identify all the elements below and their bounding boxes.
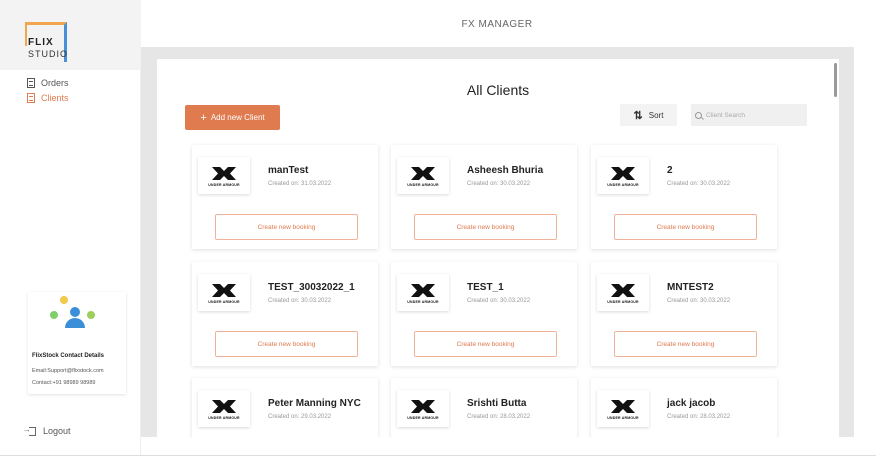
- client-created-date: Created on: 30.03.2022: [268, 298, 332, 304]
- brand-logo: UNDER ARMOUR: [597, 274, 649, 311]
- contact-phone: Contact:+91 98989 98989: [32, 380, 96, 386]
- sidebar-item-orders[interactable]: Orders: [27, 78, 69, 88]
- client-card[interactable]: UNDER ARMOUR TEST_30032022_1 Created on: 3…: [192, 262, 378, 366]
- phone-bubble-icon: [50, 311, 58, 319]
- client-name: MNTEST2: [667, 282, 714, 293]
- contact-title: FlixStock Contact Details: [32, 353, 105, 359]
- create-booking-button[interactable]: Create new booking: [414, 214, 557, 240]
- client-card[interactable]: UNDER ARMOUR 2 Created on: 30.03.2022 Creat…: [591, 145, 777, 249]
- under-armour-icon: [611, 167, 635, 180]
- create-booking-button[interactable]: Create new booking: [215, 214, 358, 240]
- sort-button[interactable]: ⇅ Sort: [620, 104, 677, 126]
- client-name: manTest: [268, 165, 309, 176]
- client-name: TEST_1: [467, 282, 504, 293]
- client-card[interactable]: UNDER ARMOUR TEST_1 Created on: 30.03.2022…: [391, 262, 577, 366]
- under-armour-icon: [411, 400, 435, 413]
- logo-text-studio: STUDIO: [28, 49, 69, 59]
- logout-icon: [23, 425, 36, 436]
- client-card[interactable]: UNDER ARMOUR Peter Manning NYC Created on:…: [192, 378, 378, 437]
- client-name: Peter Manning NYC: [268, 398, 361, 409]
- brand-logo-text: UNDER ARMOUR: [407, 416, 439, 420]
- brand-logo: UNDER ARMOUR: [597, 157, 649, 194]
- brand-logo: UNDER ARMOUR: [198, 390, 250, 427]
- search-input[interactable]: [706, 111, 806, 119]
- add-client-label: Add new Client: [210, 113, 265, 122]
- sidebar-item-label: Clients: [41, 93, 69, 103]
- brand-logo: UNDER ARMOUR: [397, 390, 449, 427]
- sidebar-item-clients[interactable]: Clients: [27, 93, 69, 103]
- top-header: FX MANAGER: [141, 0, 876, 47]
- brand-logo: UNDER ARMOUR: [597, 390, 649, 427]
- contact-email: Email:Support@flixstock.com: [32, 368, 104, 374]
- search-icon: [695, 111, 702, 119]
- brand-logo-text: UNDER ARMOUR: [208, 300, 240, 304]
- brand-logo-text: UNDER ARMOUR: [407, 183, 439, 187]
- brand-logo-text: UNDER ARMOUR: [607, 183, 639, 187]
- client-search[interactable]: [691, 104, 807, 126]
- client-card[interactable]: UNDER ARMOUR Srishti Butta Created on: 28.…: [391, 378, 577, 437]
- support-person-icon: [65, 307, 85, 328]
- under-armour-icon: [611, 400, 635, 413]
- create-booking-button[interactable]: Create new booking: [614, 214, 757, 240]
- under-armour-icon: [611, 284, 635, 297]
- scrollbar[interactable]: [834, 63, 837, 97]
- client-card[interactable]: UNDER ARMOUR jack jacob Created on: 28.03.…: [591, 378, 777, 437]
- divider: [0, 455, 876, 456]
- under-armour-icon: [411, 284, 435, 297]
- logo-area: FLIX STUDIO: [0, 0, 141, 70]
- brand-logo-text: UNDER ARMOUR: [607, 416, 639, 420]
- client-name: TEST_30032022_1: [268, 282, 355, 293]
- clients-panel: All Clients + Add new Client ⇅ Sort UNDE…: [157, 59, 839, 437]
- flix-studio-logo[interactable]: FLIX STUDIO: [25, 22, 69, 62]
- client-created-date: Created on: 28.03.2022: [667, 414, 731, 420]
- client-card[interactable]: UNDER ARMOUR MNTEST2 Created on: 30.03.202…: [591, 262, 777, 366]
- under-armour-icon: [212, 167, 236, 180]
- client-created-date: Created on: 30.03.2022: [467, 298, 531, 304]
- contact-card: FlixStock Contact Details Email:Support@…: [28, 292, 126, 394]
- under-armour-icon: [212, 400, 236, 413]
- page-title: All Clients: [466, 82, 530, 98]
- email-bubble-icon: [87, 311, 95, 319]
- logo-text-flix: FLIX: [28, 37, 54, 48]
- sort-label: Sort: [648, 110, 664, 120]
- app-title: FX MANAGER: [461, 19, 533, 30]
- client-name: Asheesh Bhuria: [467, 165, 544, 176]
- document-icon: [27, 78, 35, 88]
- client-created-date: Created on: 30.03.2022: [667, 298, 731, 304]
- brand-logo-text: UNDER ARMOUR: [208, 183, 240, 187]
- create-booking-button[interactable]: Create new booking: [614, 331, 757, 357]
- brand-logo-text: UNDER ARMOUR: [607, 300, 639, 304]
- client-created-date: Created on: 31.03.2022: [268, 181, 332, 187]
- under-armour-icon: [212, 284, 236, 297]
- sidebar-item-label: Orders: [41, 78, 69, 88]
- client-created-date: Created on: 28.03.2022: [467, 414, 531, 420]
- client-name: jack jacob: [667, 398, 716, 409]
- document-icon: [27, 93, 35, 103]
- client-created-date: Created on: 29.03.2022: [268, 414, 332, 420]
- client-card[interactable]: UNDER ARMOUR Asheesh Bhuria Created on: 30…: [391, 145, 577, 249]
- sort-icon: ⇅: [633, 109, 643, 122]
- brand-logo: UNDER ARMOUR: [198, 157, 250, 194]
- logout-button[interactable]: Logout: [23, 425, 71, 437]
- chat-bubble-icon: [60, 296, 68, 304]
- client-created-date: Created on: 30.03.2022: [667, 181, 731, 187]
- sidebar: FLIX STUDIO Orders Clients FlixStock Con…: [0, 0, 141, 455]
- create-booking-button[interactable]: Create new booking: [414, 331, 557, 357]
- brand-logo: UNDER ARMOUR: [397, 274, 449, 311]
- plus-icon: +: [200, 111, 207, 124]
- create-booking-button[interactable]: Create new booking: [215, 331, 358, 357]
- client-name: Srishti Butta: [467, 398, 527, 409]
- brand-logo-text: UNDER ARMOUR: [407, 300, 439, 304]
- client-name: 2: [667, 165, 673, 176]
- brand-logo-text: UNDER ARMOUR: [208, 416, 240, 420]
- logout-label: Logout: [43, 426, 71, 436]
- add-client-button[interactable]: + Add new Client: [185, 105, 280, 130]
- client-card[interactable]: UNDER ARMOUR manTest Created on: 31.03.202…: [192, 145, 378, 249]
- under-armour-icon: [411, 167, 435, 180]
- brand-logo: UNDER ARMOUR: [397, 157, 449, 194]
- brand-logo: UNDER ARMOUR: [198, 274, 250, 311]
- client-created-date: Created on: 30.03.2022: [467, 181, 531, 187]
